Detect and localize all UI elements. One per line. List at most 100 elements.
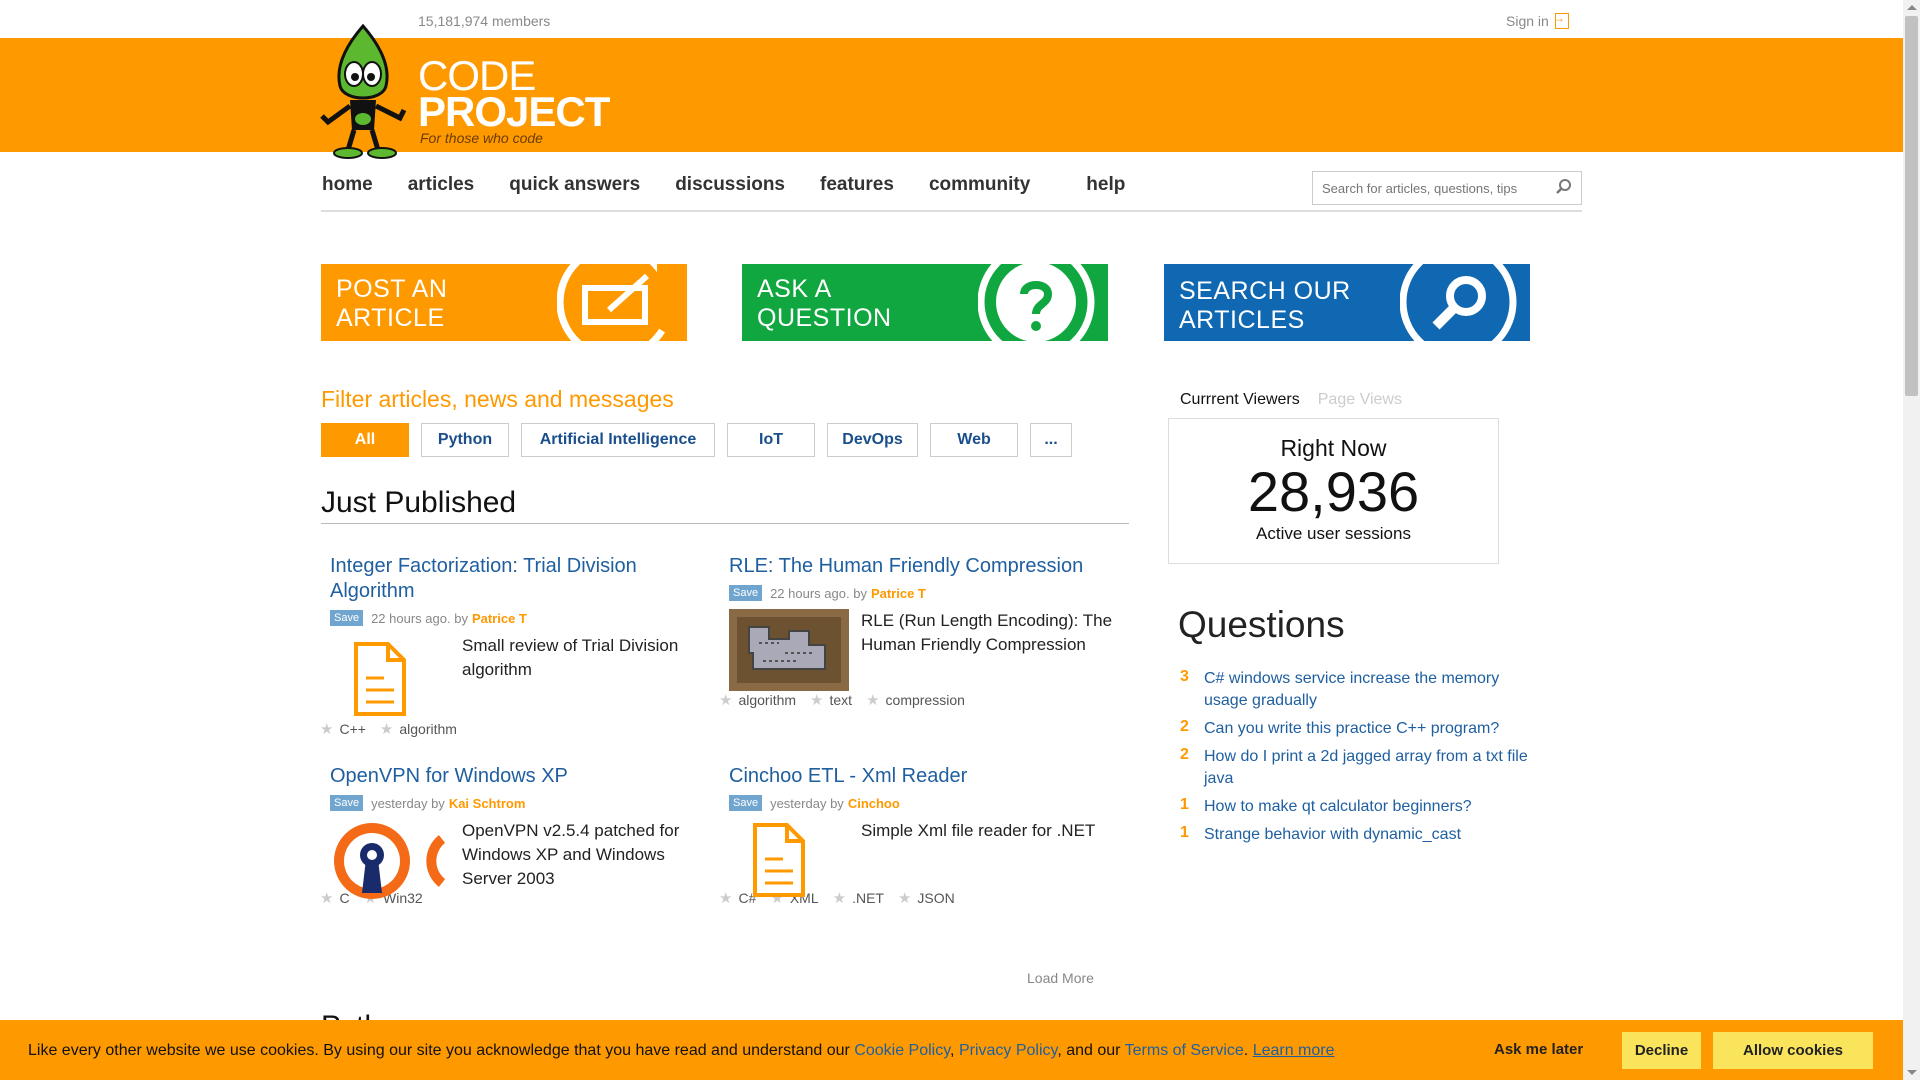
filter-all[interactable]: All xyxy=(321,423,409,457)
tag[interactable]: ★ compression xyxy=(866,691,965,709)
question-link[interactable]: Strange behavior with dynamic_cast xyxy=(1204,824,1461,846)
tag[interactable]: ★ JSON xyxy=(898,889,955,907)
nav-community[interactable]: community xyxy=(929,174,1030,196)
save-button[interactable]: Save xyxy=(729,795,763,811)
sign-in-label: Sign in xyxy=(1506,13,1549,29)
post-article-banner[interactable]: POST AN ARTICLE xyxy=(321,264,687,341)
filter-more[interactable]: ... xyxy=(1030,423,1072,457)
load-more-link[interactable]: Load More xyxy=(1027,970,1094,986)
document-icon xyxy=(753,823,805,897)
tag-label: text xyxy=(829,692,853,708)
nav-quick-answers[interactable]: quick answers xyxy=(509,174,640,196)
question-link[interactable]: Can you write this practice C++ program? xyxy=(1204,718,1499,740)
openvpn-logo xyxy=(334,823,446,899)
scroll-down-icon[interactable] xyxy=(1907,1070,1917,1075)
terms-link[interactable]: Terms of Service xyxy=(1125,1042,1244,1059)
cookie-period: . xyxy=(1243,1042,1249,1059)
filter-python[interactable]: Python xyxy=(421,423,509,457)
article-by: by xyxy=(853,585,867,601)
article-author[interactable]: Patrice T xyxy=(472,611,527,626)
tag[interactable]: ★ algorithm xyxy=(719,691,796,709)
article-meta: Save 22 hours ago. by Patrice T xyxy=(729,585,1114,601)
scroll-thumb[interactable] xyxy=(1905,16,1918,396)
article-author[interactable]: Kai Schtrom xyxy=(449,796,526,811)
question-item: 1 Strange behavior with dynamic_cast xyxy=(1180,824,1530,846)
just-published-divider xyxy=(321,523,1129,524)
nav-help[interactable]: help xyxy=(1086,174,1125,196)
logo-tagline: For those who code xyxy=(420,130,543,146)
question-link[interactable]: C# windows service increase the memory u… xyxy=(1204,668,1530,712)
nav-divider xyxy=(321,210,1582,212)
article-author[interactable]: Cinchoo xyxy=(848,796,900,811)
answer-count: 3 xyxy=(1180,668,1189,685)
tab-current-viewers[interactable]: Currrent Viewers xyxy=(1180,391,1300,409)
question-link[interactable]: How do I print a 2d jagged array from a … xyxy=(1204,746,1530,790)
tag[interactable]: ★ algorithm xyxy=(380,720,457,738)
allow-cookies-button[interactable]: Allow cookies xyxy=(1713,1032,1873,1069)
article-time: 22 hours ago. xyxy=(371,610,451,626)
nav-discussions[interactable]: discussions xyxy=(675,174,785,196)
scroll-up-icon[interactable] xyxy=(1907,5,1917,10)
decline-cookies-button[interactable]: Decline xyxy=(1622,1032,1701,1069)
page: 15,181,974 members Sign in CODE PROJECT … xyxy=(0,0,1920,1080)
cookie-message: Like every other website we use cookies.… xyxy=(28,1042,850,1059)
magnifier-icon xyxy=(1400,264,1517,341)
privacy-policy-link[interactable]: Privacy Policy xyxy=(959,1042,1057,1059)
active-sessions-label: Active user sessions xyxy=(1256,524,1411,543)
page-scrollbar[interactable] xyxy=(1903,0,1920,1080)
answer-count: 2 xyxy=(1180,718,1189,735)
nav-home[interactable]: home xyxy=(322,174,373,196)
tag[interactable]: ★ C++ xyxy=(320,720,366,738)
save-button[interactable]: Save xyxy=(729,585,763,601)
header-band xyxy=(0,38,1903,152)
logo-project: PROJECT xyxy=(418,88,610,135)
article-title[interactable]: RLE: The Human Friendly Compression xyxy=(729,554,1114,579)
article-card: Integer Factorization: Trial Division Al… xyxy=(320,554,715,738)
filter-web[interactable]: Web xyxy=(930,423,1018,457)
question-item: 2 How do I print a 2d jagged array from … xyxy=(1180,746,1530,790)
filter-title: Filter articles, news and messages xyxy=(321,386,674,412)
search-box[interactable] xyxy=(1312,171,1582,205)
article-description: RLE (Run Length Encoding): The Human Fri… xyxy=(861,611,1113,654)
tag-label: C++ xyxy=(339,721,366,737)
article-time: yesterday xyxy=(371,795,428,811)
article-time: 22 hours ago. xyxy=(770,585,850,601)
learn-more-link[interactable]: Learn more xyxy=(1253,1042,1335,1059)
just-published-title: Just Published xyxy=(321,486,517,519)
cookie-policy-link[interactable]: Cookie Policy xyxy=(854,1042,950,1059)
questions-list: 3 C# windows service increase the memory… xyxy=(1180,668,1530,852)
tag[interactable]: ★ text xyxy=(810,691,852,709)
tag-label: .NET xyxy=(852,890,884,906)
question-item: 2 Can you write this practice C++ progra… xyxy=(1180,718,1530,740)
article-title[interactable]: Cinchoo ETL - Xml Reader xyxy=(729,764,1114,789)
question-item: 1 How to make qt calculator beginners? xyxy=(1180,796,1530,818)
tab-page-views[interactable]: Page Views xyxy=(1318,391,1402,409)
filter-iot[interactable]: IoT xyxy=(727,423,815,457)
answer-count: 1 xyxy=(1180,796,1189,813)
star-icon: ★ xyxy=(866,692,880,709)
search-input[interactable] xyxy=(1313,180,1543,196)
article-title[interactable]: Integer Factorization: Trial Division Al… xyxy=(330,554,715,604)
search-articles-line1: SEARCH OUR xyxy=(1179,277,1351,305)
article-time: yesterday xyxy=(770,795,827,811)
article-author[interactable]: Patrice T xyxy=(871,586,926,601)
top-strip: 15,181,974 members Sign in xyxy=(0,0,1903,38)
article-title[interactable]: OpenVPN for Windows XP xyxy=(330,764,715,789)
nav-articles[interactable]: articles xyxy=(408,174,475,196)
ask-question-banner[interactable]: ASK A QUESTION xyxy=(742,264,1108,341)
filter-devops[interactable]: DevOps xyxy=(827,423,918,457)
nav-features[interactable]: features xyxy=(820,174,894,196)
search-articles-banner[interactable]: SEARCH OUR ARTICLES xyxy=(1164,264,1530,341)
search-icon[interactable] xyxy=(1555,178,1573,196)
tag-label: compression xyxy=(885,692,965,708)
code-project-mascot-logo[interactable] xyxy=(308,24,418,160)
sign-in-link[interactable]: Sign in xyxy=(1506,11,1569,29)
right-now-label: Right Now xyxy=(1280,435,1387,461)
filter-ai[interactable]: Artificial Intelligence xyxy=(521,423,715,457)
question-link[interactable]: How to make qt calculator beginners? xyxy=(1204,796,1472,818)
ask-later-button[interactable]: Ask me later xyxy=(1494,1041,1583,1058)
save-button[interactable]: Save xyxy=(330,795,364,811)
article-meta: Save yesterday by Cinchoo xyxy=(729,795,1114,811)
save-button[interactable]: Save xyxy=(330,610,364,626)
article-card: OpenVPN for Windows XP Save yesterday by… xyxy=(320,764,715,907)
